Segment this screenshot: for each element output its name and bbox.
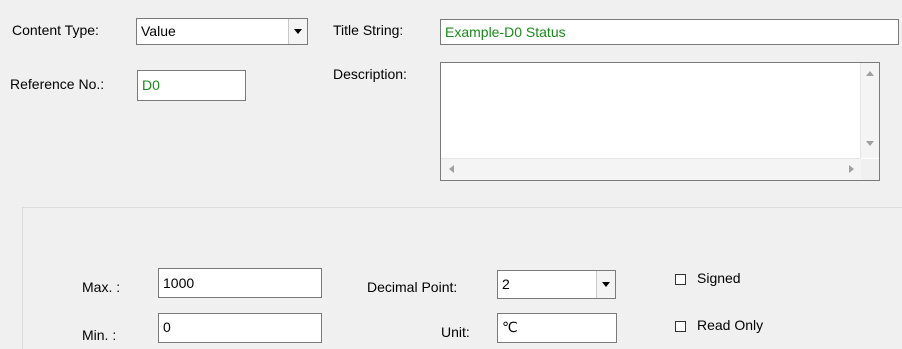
dropdown-arrow-icon [602,282,610,287]
description-textarea[interactable] [440,62,880,181]
max-field[interactable]: 1000 [158,268,322,298]
description-label: Description: [333,66,407,82]
properties-dialog: Content Type: Value Title String: Exampl… [0,0,902,349]
content-type-dropdown[interactable]: Value [136,18,308,45]
max-label: Max. : [82,279,121,295]
reference-no-field[interactable]: D0 [137,70,246,101]
title-string-field[interactable]: Example-D0 Status [440,19,899,45]
min-label: Min. : [82,327,117,343]
scroll-right-icon[interactable] [849,165,854,173]
read-only-label[interactable]: Read Only [697,317,763,333]
title-string-label: Title String: [333,22,404,38]
content-type-value: Value [141,23,176,39]
decimal-point-value: 2 [502,276,510,292]
decimal-point-label: Decimal Point: [367,279,458,295]
content-type-dropdown-button[interactable] [288,19,307,44]
description-vertical-scrollbar[interactable] [860,63,879,158]
content-type-label: Content Type: [12,22,99,38]
dropdown-arrow-icon [294,29,302,34]
unit-label: Unit: [441,324,470,340]
decimal-point-dropdown-button[interactable] [596,271,615,298]
min-field[interactable]: 0 [158,313,322,343]
unit-field[interactable]: ℃ [497,313,617,343]
scroll-left-icon[interactable] [449,165,454,173]
signed-checkbox[interactable] [675,274,686,285]
scroll-corner [861,159,879,180]
decimal-point-dropdown[interactable]: 2 [497,270,616,299]
scroll-down-icon[interactable] [866,141,874,146]
read-only-checkbox[interactable] [675,321,686,332]
signed-label[interactable]: Signed [697,270,741,286]
scroll-up-icon[interactable] [866,71,874,76]
reference-no-label: Reference No.: [10,76,105,92]
description-horizontal-scrollbar[interactable] [441,158,861,180]
